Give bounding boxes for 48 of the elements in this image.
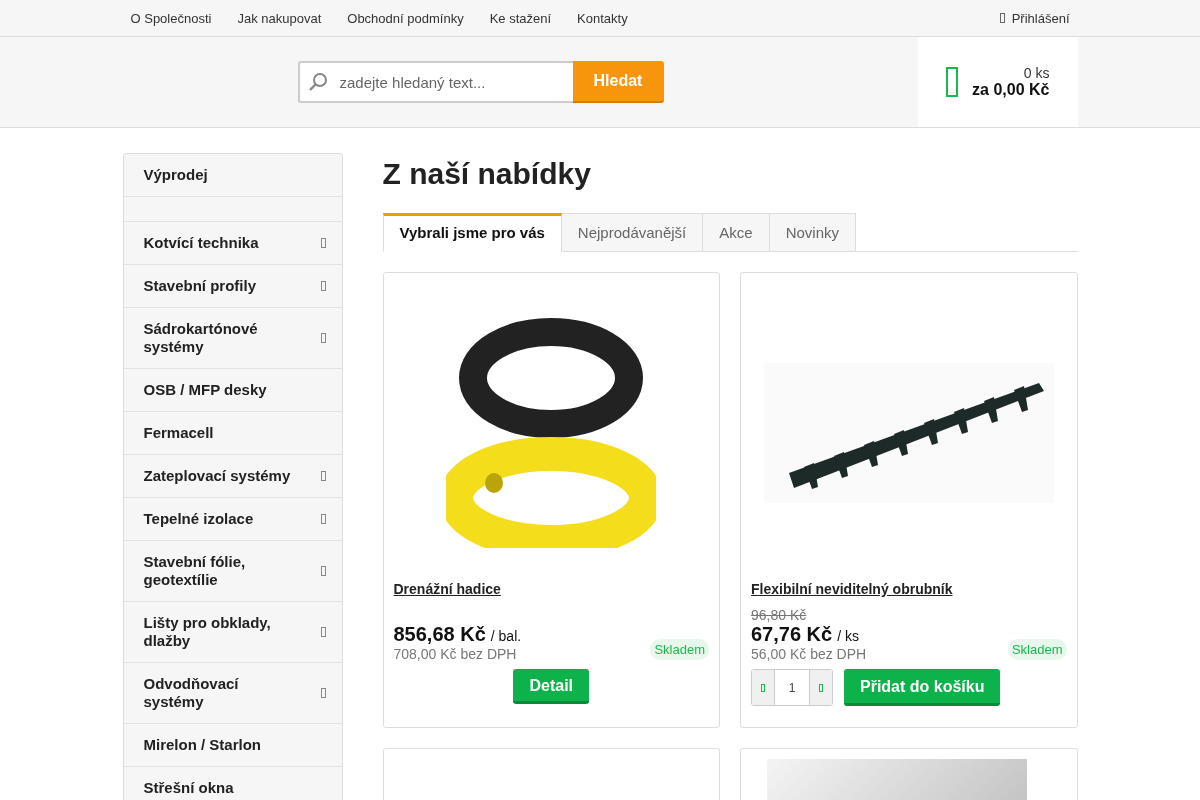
category-item[interactable]: Fermacell xyxy=(123,412,342,455)
search-icon xyxy=(307,72,328,92)
cart-count: 0 ks xyxy=(1023,65,1050,81)
category-item[interactable]: Lišty pro obklady, dlažby xyxy=(123,602,342,663)
tab[interactable]: Novinky xyxy=(769,213,856,252)
category-item[interactable]: Výprodej xyxy=(123,154,342,197)
price-without-vat: 708,00 Kč bez DPH xyxy=(393,646,518,662)
product-price: 856,68 Kč xyxy=(393,623,486,646)
glyph-box-icon xyxy=(761,683,765,692)
category-item[interactable]: Zateplovací systémy xyxy=(123,455,342,498)
category-item[interactable]: OSB / MFP desky xyxy=(123,369,342,412)
category-item[interactable]: Stavební profily xyxy=(123,265,342,308)
glyph-box-icon xyxy=(819,683,823,692)
cart-panel[interactable]: 0 ks za 0,00 Kč xyxy=(917,37,1078,127)
category-item[interactable]: Střešní okna xyxy=(123,767,342,800)
product-name-link[interactable]: Flexibilní neviditelný obrubník xyxy=(751,581,1067,597)
category-item[interactable]: Stavební fólie, geotextílie xyxy=(123,541,342,602)
quantity-stepper[interactable]: 1 xyxy=(751,669,833,706)
top-nav-link[interactable]: O Společnosti xyxy=(122,10,225,26)
top-nav-link[interactable]: Jak nakupovat xyxy=(224,10,335,26)
category-item[interactable]: Kotvící technika xyxy=(123,222,342,265)
category-item[interactable]: Sádrokartónové systémy xyxy=(123,308,342,369)
price-without-vat: 56,00 Kč bez DPH xyxy=(751,646,867,662)
increase-button[interactable] xyxy=(810,670,832,705)
quantity-field[interactable]: 1 xyxy=(774,670,810,705)
login-link[interactable]: Přihlášení xyxy=(999,10,1078,26)
tab[interactable]: Akce xyxy=(703,213,770,252)
glyph-box-icon xyxy=(999,13,1005,23)
category-item[interactable]: Tepelné izolace xyxy=(123,498,342,541)
cart-total: za 0,00 Kč xyxy=(972,81,1050,99)
price-unit: / bal. xyxy=(490,628,522,644)
top-nav-link[interactable]: Kontakty xyxy=(564,10,641,26)
product-name-link[interactable]: Drenážní hadice xyxy=(393,581,709,597)
decrease-button[interactable] xyxy=(752,670,774,705)
old-price: 96,80 Kč xyxy=(751,607,807,623)
category-item[interactable]: Mirelon / Starlon xyxy=(123,724,342,767)
top-nav-link[interactable]: Ke stažení xyxy=(476,10,565,26)
top-nav-link[interactable]: Obchodní podmínky xyxy=(334,10,477,26)
section-heading: Z naší nabídky xyxy=(382,157,592,191)
tab[interactable]: Vybrali jsme pro vás xyxy=(382,213,562,252)
glyph-box-icon xyxy=(945,67,958,97)
price-unit: / ks xyxy=(837,628,859,644)
product-price: 67,76 Kč xyxy=(751,623,833,646)
stock-badge: Skladem xyxy=(650,639,709,660)
category-item[interactable]: Odvodňovací systémy xyxy=(123,663,342,724)
search-field[interactable]: zadejte hledaný text... xyxy=(297,61,573,103)
tab[interactable]: Nejprodávanější xyxy=(561,213,704,252)
stock-badge: Skladem xyxy=(1007,639,1067,660)
